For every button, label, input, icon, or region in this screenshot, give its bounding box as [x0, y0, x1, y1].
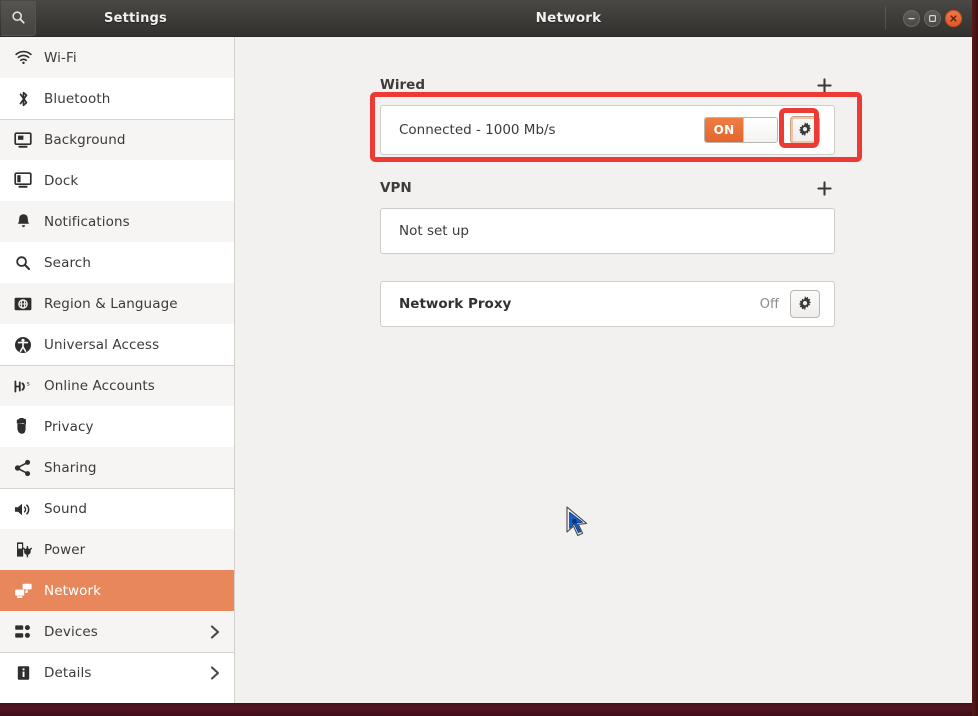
online-accounts-icon: s: [8, 375, 38, 397]
sidebar-item-sharing[interactable]: Sharing: [0, 447, 234, 488]
maximize-button[interactable]: [924, 9, 941, 27]
accessibility-icon: [8, 334, 38, 356]
network-icon: [8, 580, 38, 602]
bell-icon: [8, 211, 38, 233]
search-icon: [8, 252, 38, 274]
sidebar-item-label: Sound: [44, 501, 88, 517]
desktop-background-right: [972, 0, 978, 716]
dock-icon: [8, 170, 38, 192]
close-button[interactable]: [945, 9, 962, 27]
add-vpn-connection-button[interactable]: [813, 177, 835, 199]
sidebar-title: Settings: [104, 10, 167, 26]
network-proxy-state: Off: [759, 296, 779, 312]
sidebar-item-privacy[interactable]: Privacy: [0, 406, 234, 447]
wired-toggle-switch[interactable]: ON: [704, 117, 778, 143]
sidebar-item-label: Universal Access: [44, 336, 160, 353]
sidebar-item-bluetooth[interactable]: Bluetooth: [0, 78, 234, 119]
sidebar-item-power[interactable]: Power: [0, 529, 234, 570]
wired-toggle-knob: [743, 118, 777, 142]
hand-icon: [8, 416, 38, 438]
svg-text:s: s: [26, 380, 29, 387]
wired-section-title: Wired: [380, 77, 425, 93]
sidebar-item-sound[interactable]: Sound: [0, 488, 234, 529]
sidebar-item-notifications[interactable]: Notifications: [0, 201, 234, 242]
speaker-icon: [8, 498, 38, 520]
sidebar-item-universal-access[interactable]: Universal Access: [0, 324, 234, 365]
sidebar-item-region-language[interactable]: Region & Language: [0, 283, 234, 324]
titlebar-divider: [885, 7, 886, 29]
plus-icon: [816, 77, 832, 93]
sidebar-item-label: Sharing: [44, 459, 97, 476]
sidebar-item-wi-fi[interactable]: Wi-Fi: [0, 37, 234, 78]
titlebar: Settings Network: [0, 0, 972, 37]
wired-toggle-on-label: ON: [705, 118, 743, 142]
wired-settings-button[interactable]: [790, 116, 820, 144]
gear-icon: [798, 122, 812, 137]
vpn-section-title: VPN: [380, 180, 412, 196]
window-body: Wi-Fi Bluetooth Background Dock Notifica…: [0, 37, 972, 703]
vpn-card: Not set up: [380, 208, 835, 254]
region-language-icon: [8, 293, 38, 315]
info-icon: [8, 662, 38, 684]
network-settings-panel: Wired Connected - 1000 Mb/s ON VPN Not s…: [235, 37, 972, 703]
minimize-icon: [908, 17, 915, 19]
screen: Settings Network Wi-Fi Bluetooth Backgro…: [0, 0, 978, 716]
wired-connection-card: Connected - 1000 Mb/s ON: [380, 105, 835, 155]
wired-section-header: Wired: [380, 73, 835, 97]
sidebar-item-search[interactable]: Search: [0, 242, 234, 283]
sidebar-item-devices[interactable]: Devices: [0, 611, 234, 652]
sidebar-item-label: Power: [44, 541, 86, 558]
gear-icon: [798, 296, 812, 311]
settings-content: Wired Connected - 1000 Mb/s ON VPN Not s…: [380, 73, 835, 327]
sidebar-item-label: Network: [44, 582, 102, 599]
sidebar-item-background[interactable]: Background: [0, 119, 234, 160]
sidebar-item-label: Search: [44, 254, 91, 271]
background-icon: [8, 129, 38, 151]
sidebar-item-label: Region & Language: [44, 295, 178, 312]
sidebar-item-label: Background: [44, 132, 126, 148]
plus-icon: [816, 180, 832, 196]
desktop-background-bottom: [0, 703, 978, 716]
sidebar-item-label: Privacy: [44, 418, 94, 435]
sidebar: Wi-Fi Bluetooth Background Dock Notifica…: [0, 37, 235, 703]
sidebar-item-online-accounts[interactable]: s Online Accounts: [0, 365, 234, 406]
settings-window: Settings Network Wi-Fi Bluetooth Backgro…: [0, 0, 972, 703]
maximize-icon: [929, 14, 936, 22]
vpn-status-label: Not set up: [399, 223, 469, 239]
network-proxy-label: Network Proxy: [399, 296, 512, 312]
sidebar-item-label: Devices: [44, 623, 98, 640]
chevron-right-icon: [210, 665, 220, 681]
bluetooth-icon: [8, 88, 38, 110]
sidebar-item-dock[interactable]: Dock: [0, 160, 234, 201]
sidebar-item-label: Notifications: [44, 213, 130, 230]
devices-icon: [8, 621, 38, 643]
sidebar-item-label: Wi-Fi: [44, 49, 77, 66]
vpn-section-header: VPN: [380, 176, 835, 200]
network-proxy-card[interactable]: Network Proxy Off: [380, 281, 835, 327]
search-icon: [11, 10, 26, 25]
wired-status-label: Connected - 1000 Mb/s: [399, 122, 556, 138]
chevron-right-icon: [210, 624, 220, 640]
add-wired-connection-button[interactable]: [813, 74, 835, 96]
sidebar-item-label: Details: [44, 665, 92, 681]
page-title: Network: [535, 10, 602, 26]
close-icon: [950, 14, 957, 22]
sidebar-item-label: Online Accounts: [44, 378, 155, 394]
share-icon: [8, 457, 38, 479]
sidebar-item-details[interactable]: Details: [0, 652, 234, 693]
wifi-icon: [8, 47, 38, 69]
window-controls: [903, 0, 962, 36]
network-proxy-settings-button[interactable]: [790, 290, 820, 318]
power-icon: [8, 539, 38, 561]
sidebar-item-network[interactable]: Network: [0, 570, 234, 611]
sidebar-item-label: Bluetooth: [44, 90, 111, 107]
search-button[interactable]: [1, 0, 36, 36]
sidebar-item-label: Dock: [44, 172, 79, 189]
minimize-button[interactable]: [903, 9, 920, 27]
